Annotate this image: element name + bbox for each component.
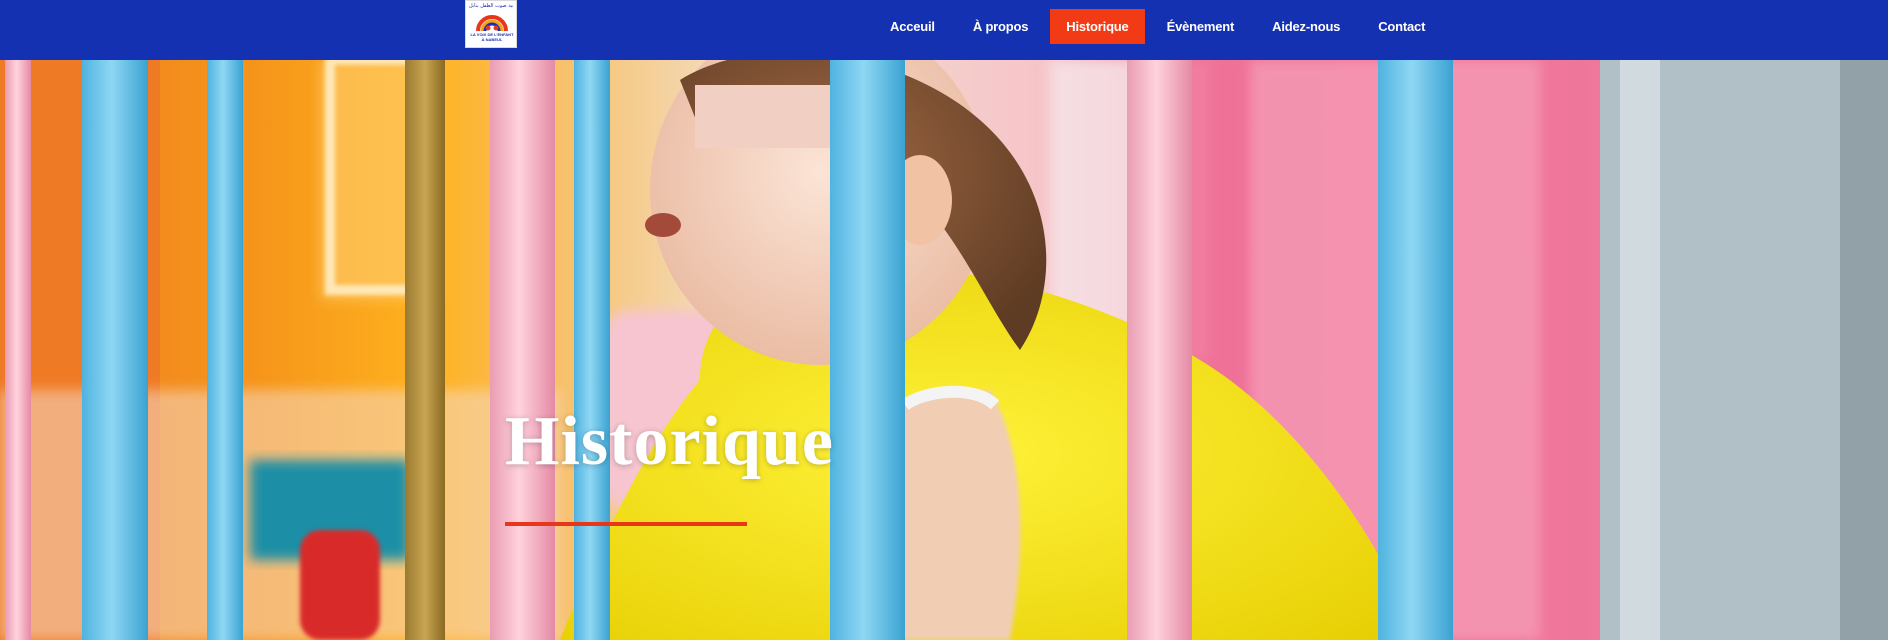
main-nav: Acceuil À propos Historique Évènement Ai… (874, 9, 1447, 44)
nav-item-acceuil[interactable]: Acceuil (874, 9, 951, 44)
nav-item-aidez-nous[interactable]: Aidez-nous (1256, 9, 1356, 44)
title-underline (505, 522, 747, 526)
nav-item-contact[interactable]: Contact (1362, 9, 1441, 44)
nav-item-historique[interactable]: Historique (1050, 9, 1145, 44)
site-logo[interactable]: جمعية صوت الطفل بنابل LA VOIX DE L'ENFAN… (465, 0, 517, 48)
logo-arabic-text: جمعية صوت الطفل بنابل (469, 3, 513, 9)
nav-item-evenement[interactable]: Évènement (1151, 9, 1251, 44)
site-header: جمعية صوت الطفل بنابل LA VOIX DE L'ENFAN… (0, 0, 1888, 60)
logo-caption-line2: À NABEUL (481, 37, 503, 42)
rainbow-icon (476, 15, 508, 31)
hero-background-photo (0, 60, 1888, 640)
page-title: Historique (505, 403, 834, 480)
nav-item-a-propos[interactable]: À propos (957, 9, 1044, 44)
hero-banner: Historique (0, 60, 1888, 640)
logo-caption: LA VOIX DE L'ENFANT À NABEUL (468, 32, 516, 42)
